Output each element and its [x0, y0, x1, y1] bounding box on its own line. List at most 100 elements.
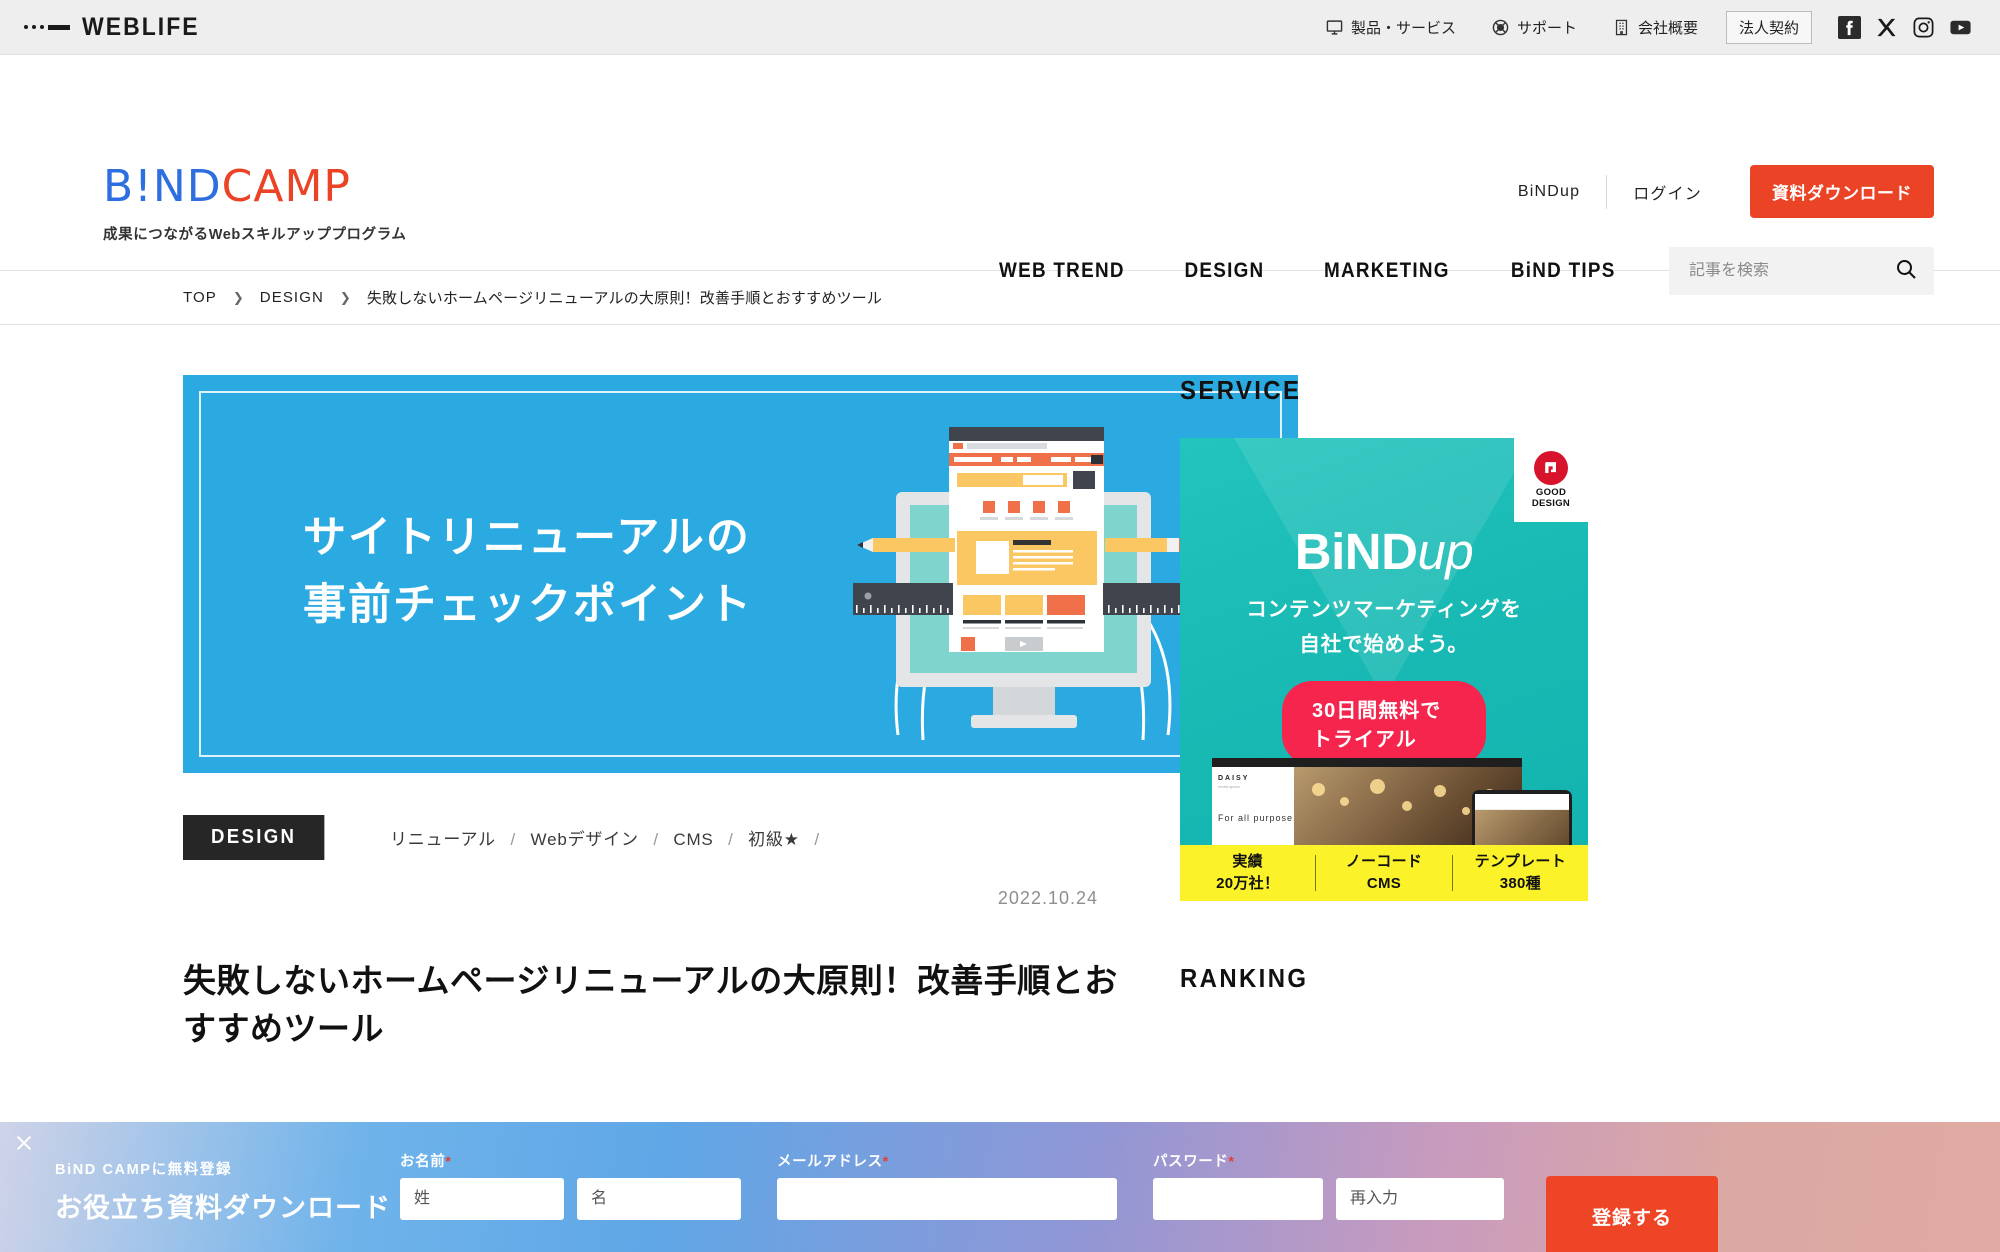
logo-camp-text: CAMP — [221, 161, 351, 212]
article-column: サイトリニューアルの 事前チェックポイント DESIGN リニューアル / We… — [0, 375, 1298, 1053]
ad-strip-0-line1: 実績 — [1232, 853, 1263, 871]
tag-item-0[interactable]: リニューアル — [390, 830, 496, 849]
logo-bind-text: B!ND — [103, 161, 222, 212]
trial-cta-button[interactable]: 30日間無料でトライアル — [1282, 681, 1486, 765]
tag-item-1[interactable]: Webデザイン — [531, 830, 639, 849]
first-name-input[interactable] — [577, 1178, 741, 1220]
topnav-item-support[interactable]: サポート — [1474, 17, 1595, 38]
good-design-line2: DESIGN — [1531, 497, 1571, 509]
ad-strip-1-line2: CMS — [1366, 875, 1402, 892]
signup-headline-block: BiND CAMPに無料登録 お役立ち資料ダウンロード — [0, 1122, 400, 1225]
breadcrumb-separator: ❯ — [339, 289, 351, 305]
tag-separator: / — [814, 830, 820, 849]
tag-item-3[interactable]: 初級★ — [748, 830, 800, 849]
email-input[interactable] — [777, 1178, 1117, 1220]
close-icon[interactable] — [13, 1132, 35, 1154]
ad-strip-cell-1: ノーコード CMS — [1316, 851, 1451, 895]
top-nav: 製品・サービス サポート 会社概要 法人契約 — [1308, 10, 1972, 44]
bindcamp-brand[interactable]: B!NDCAMP 成果につながるWebスキルアッププログラム — [103, 165, 407, 244]
email-label-text: メールアドレス — [777, 1154, 883, 1170]
signup-form: お名前* メールアドレス* パスワード* 登録する — [400, 1122, 1718, 1252]
top-utility-bar: WEBLIFE 製品・サービス サポート 会社概要 法人契約 — [0, 0, 2000, 55]
article-tags: リニューアル / Webデザイン / CMS / 初級★ / — [390, 825, 829, 850]
weblife-logo[interactable]: WEBLIFE — [24, 13, 210, 42]
search-icon[interactable] — [1894, 257, 1918, 286]
topnav-label-products: 製品・サービス — [1350, 19, 1456, 37]
ad-shot-brand: DAISY — [1218, 775, 1250, 782]
password-label-text: パスワード — [1153, 1154, 1229, 1170]
signup-title: お役立ち資料ダウンロード — [55, 1193, 391, 1223]
bindup-logo-suffix: up — [1417, 523, 1474, 580]
ad-strip-2-line2: 380種 — [1499, 875, 1541, 892]
bindcamp-logo: B!NDCAMP — [103, 165, 407, 209]
nav-item-design[interactable]: DESIGN — [1163, 259, 1286, 283]
header-link-bindup[interactable]: BiNDup — [1492, 183, 1606, 201]
search-box[interactable] — [1669, 247, 1934, 295]
breadcrumb-item-design[interactable]: DESIGN — [260, 289, 324, 306]
nav-item-marketing[interactable]: MARKETING — [1302, 259, 1471, 283]
name-field-group: お名前* — [400, 1150, 741, 1220]
password-input[interactable] — [1153, 1178, 1323, 1220]
sidebar-heading-ranking: RANKING — [1180, 963, 1309, 993]
sidebar-heading-service: SERVICE — [1180, 375, 1302, 405]
bindup-logo-main: BiND — [1294, 523, 1418, 580]
social-links — [1838, 15, 1972, 39]
tag-separator: / — [653, 830, 659, 849]
name-required-mark: * — [445, 1153, 452, 1169]
password-field-group: パスワード* — [1153, 1150, 1504, 1220]
password-confirm-input[interactable] — [1336, 1178, 1504, 1220]
page-title: 失敗しないホームページリニューアルの大原則！改善手順とおすすめツール — [183, 962, 1118, 1047]
good-design-line1: GOOD — [1535, 486, 1567, 498]
breadcrumb-separator: ❯ — [232, 289, 244, 305]
topnav-label-company: 会社概要 — [1637, 19, 1698, 37]
weblife-mark-icon — [24, 24, 70, 30]
x-icon[interactable] — [1875, 16, 1898, 39]
hero-title-line1: サイトリニューアルの — [303, 514, 751, 562]
header-link-login[interactable]: ログイン — [1607, 180, 1728, 204]
hero-title: サイトリニューアルの 事前チェックポイント — [303, 505, 753, 638]
signup-bar: BiND CAMPに無料登録 お役立ち資料ダウンロード お名前* メールアドレス… — [0, 1122, 2000, 1252]
password-required-mark: * — [1228, 1153, 1235, 1169]
email-label: メールアドレス* — [777, 1150, 1117, 1171]
password-label: パスワード* — [1153, 1150, 1504, 1171]
brand-tagline: 成果につながるWebスキルアッププログラム — [103, 227, 407, 243]
tag-item-2[interactable]: CMS — [673, 830, 713, 849]
ad-strip-divider — [1451, 855, 1453, 891]
youtube-icon[interactable] — [1949, 16, 1972, 39]
signup-kicker: BiND CAMPに無料登録 — [55, 1162, 233, 1178]
document-download-button[interactable]: 資料ダウンロード — [1750, 165, 1934, 218]
monitor-icon — [1326, 18, 1344, 36]
hero-title-line2: 事前チェックポイント — [303, 580, 753, 629]
last-name-input[interactable] — [400, 1178, 564, 1220]
breadcrumb-item-top[interactable]: TOP — [183, 289, 217, 306]
bindup-ad-banner[interactable]: GOOD DESIGN BiNDup コンテンツマーケティングを 自社で始めよう… — [1180, 438, 1588, 901]
nav-item-web-trend[interactable]: WEB TREND — [977, 259, 1146, 283]
category-badge[interactable]: DESIGN — [183, 815, 325, 860]
lifebuoy-icon — [1492, 18, 1510, 36]
topnav-item-company[interactable]: 会社概要 — [1595, 17, 1716, 38]
page-body: サイトリニューアルの 事前チェックポイント DESIGN リニューアル / We… — [0, 325, 2000, 1053]
ad-shot-headline: For all purpose. — [1218, 813, 1297, 823]
topnav-item-products[interactable]: 製品・サービス — [1308, 17, 1474, 38]
main-nav: WEB TREND DESIGN MARKETING BiND TIPS — [968, 247, 1934, 295]
corporate-contract-button[interactable]: 法人契約 — [1725, 10, 1812, 44]
sidebar: SERVICE GOOD DESIGN BiNDup コンテンツマーケティングを… — [1120, 375, 1588, 1053]
instagram-icon[interactable] — [1912, 16, 1935, 39]
ad-screenshot-titlebar — [1212, 758, 1522, 767]
password-inputs — [1153, 1178, 1504, 1220]
ad-strip-1-line1: ノーコード — [1345, 853, 1423, 871]
facebook-icon[interactable] — [1838, 15, 1861, 39]
ad-copy-line2: 自社で始めよう。 — [1299, 632, 1469, 656]
ad-copy: コンテンツマーケティングを 自社で始めよう。 — [1180, 593, 1588, 663]
search-input[interactable] — [1689, 262, 1879, 280]
name-label-text: お名前 — [400, 1154, 446, 1170]
signup-submit-button[interactable]: 登録する — [1546, 1176, 1718, 1252]
ad-strip-2-line1: テンプレート — [1474, 853, 1566, 871]
ad-strip-0-line2: 20万社！ — [1216, 875, 1280, 892]
good-design-badge: GOOD DESIGN — [1514, 438, 1588, 522]
good-design-text: GOOD DESIGN — [1531, 486, 1571, 510]
ad-feature-strip: 実績 20万社！ ノーコード CMS テンプレート 380種 — [1180, 845, 1588, 901]
nav-item-bind-tips[interactable]: BiND TIPS — [1489, 259, 1637, 283]
tag-separator: / — [510, 830, 517, 849]
name-label: お名前* — [400, 1150, 741, 1171]
